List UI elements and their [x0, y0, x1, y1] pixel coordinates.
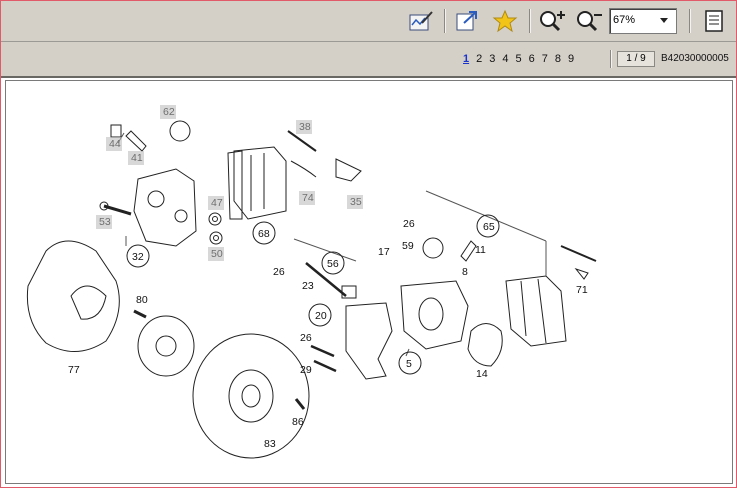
callout-83: 83	[264, 438, 276, 450]
page-links: 1 2 3 4 5 6 7 8 9	[463, 53, 574, 65]
callout-59: 59	[402, 240, 414, 252]
pad-spring-part	[290, 160, 317, 178]
caliper-carrier-part	[345, 302, 393, 380]
anti-rattle-clip-part	[335, 158, 362, 182]
callout-17: 17	[378, 246, 390, 258]
edit-annotation-icon[interactable]	[406, 6, 436, 36]
callout-14: 14	[476, 368, 488, 380]
page-link-8[interactable]: 8	[555, 53, 561, 65]
page-link-6[interactable]: 6	[529, 53, 535, 65]
exploded-parts-diagram: 44 41 62 38 74 35 53 47 68 32 50 56 26 2…	[26, 105, 597, 459]
page-link-7[interactable]: 7	[542, 53, 548, 65]
wheel-hub-part	[137, 315, 195, 377]
brake-pad-set-65-part	[505, 275, 567, 347]
callout-8: 8	[462, 266, 468, 278]
callout-29: 29	[300, 364, 312, 376]
callout-26b: 26	[403, 218, 415, 230]
callout-77: 77	[68, 364, 80, 376]
callout-5: 5	[406, 358, 412, 370]
document-viewer[interactable]: 44 41 62 38 74 35 53 47 68 32 50 56 26 2…	[5, 80, 733, 484]
callout-56: 56	[327, 258, 339, 270]
page-link-2[interactable]: 2	[476, 53, 482, 65]
disc-screw-part	[294, 398, 306, 410]
callout-11: 11	[475, 244, 486, 256]
washer-50-part	[209, 231, 223, 245]
toolbar: 67%	[1, 1, 736, 42]
page-navigation-bar: 1 2 3 4 5 6 7 8 9 1 / 9 B42030000005	[1, 42, 736, 78]
callout-20: 20	[315, 310, 327, 322]
page-link-5[interactable]: 5	[516, 53, 522, 65]
callout-71: 71	[576, 284, 588, 296]
callout-26c: 26	[300, 332, 312, 344]
piston-boot-part	[467, 323, 503, 367]
callout-68: 68	[258, 228, 270, 240]
callout-65: 65	[483, 221, 495, 233]
chevron-down-icon[interactable]	[660, 18, 668, 23]
zoom-in-icon[interactable]	[537, 6, 567, 36]
dust-shield-hub	[70, 285, 107, 320]
page-link-9[interactable]: 9	[568, 53, 574, 65]
bleeder-cap-part	[110, 124, 122, 138]
callout-32: 32	[132, 251, 144, 263]
brake-disc-part	[192, 333, 310, 459]
zoom-out-icon[interactable]	[574, 6, 604, 36]
document-id: B42030000005	[661, 53, 729, 64]
bleeder-screw-part	[125, 130, 147, 152]
pad-pin-71-part	[560, 245, 597, 262]
callout-86: 86	[292, 416, 304, 428]
floating-caliper-part	[400, 280, 469, 350]
page-view-icon[interactable]	[699, 6, 729, 36]
external-link-icon[interactable]	[452, 6, 482, 36]
page-count: 1 / 9	[617, 51, 655, 67]
callout-80: 80	[136, 294, 148, 306]
zoom-value: 67%	[613, 14, 636, 26]
page-link-1[interactable]: 1	[463, 53, 469, 65]
page-link-4[interactable]: 4	[502, 53, 508, 65]
guide-bushing-part	[341, 285, 357, 299]
callout-26a: 26	[273, 266, 285, 278]
caliper-body-part	[133, 168, 197, 247]
zoom-select[interactable]: 67%	[609, 8, 677, 34]
bleeder-valve-part	[460, 240, 477, 262]
washer-47-part	[208, 212, 222, 226]
page-link-3[interactable]: 3	[489, 53, 495, 65]
callout-23: 23	[302, 280, 314, 292]
favorite-star-icon[interactable]	[490, 6, 520, 36]
